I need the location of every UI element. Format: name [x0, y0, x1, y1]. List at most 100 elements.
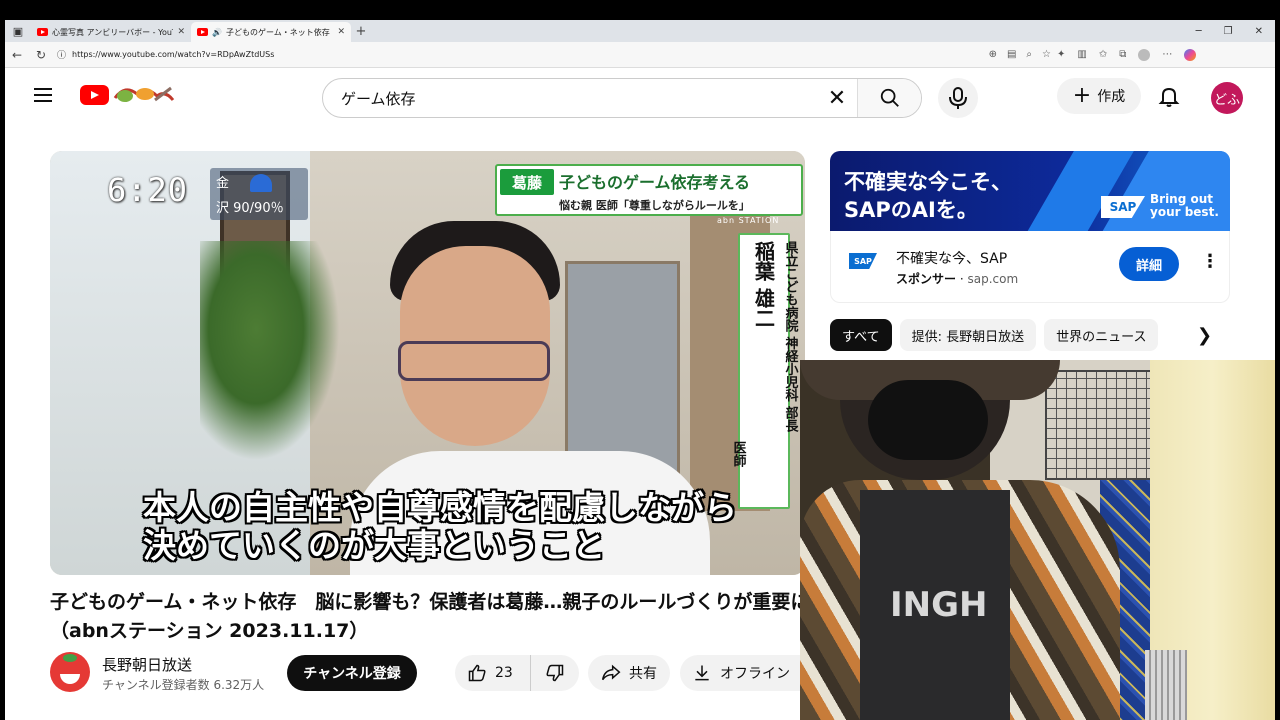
refresh-icon[interactable]: ↻ — [29, 48, 53, 62]
share-label: 共有 — [629, 666, 657, 682]
face-mask — [868, 380, 988, 460]
doctor-name: 稲葉 雄二 — [751, 241, 776, 328]
toolbar-icons: ✦ ▥ ✩ ⧉ ⋯ — [1057, 48, 1206, 61]
broadcast-clock: 6:20 — [107, 171, 189, 209]
plus-icon: + — [1072, 83, 1092, 108]
youtube-favicon-icon — [37, 28, 48, 36]
tab-close-icon[interactable]: ✕ — [337, 27, 345, 37]
share-button[interactable]: 共有 — [588, 655, 670, 691]
zoom-icon[interactable]: ⌕ — [1026, 49, 1032, 60]
shirt-print: INGH — [890, 585, 988, 625]
like-dislike-group: 23 — [455, 655, 579, 691]
subscribe-button[interactable]: チャンネル登録 — [287, 655, 417, 691]
reader-icon[interactable]: ▤ — [1007, 49, 1016, 60]
thumbs-up-icon — [468, 664, 486, 682]
webcam-overlay: INGH — [800, 360, 1275, 720]
doodle-logo-icon[interactable] — [111, 80, 175, 108]
tab-strip: ▣ 心霊写真 アンビリーバボー - YouTube ✕ 🔊 子どものゲーム・ネッ… — [5, 20, 1275, 42]
search-icon — [880, 88, 899, 107]
dislike-button[interactable] — [531, 663, 579, 683]
split-screen-icon[interactable]: ▥ — [1077, 49, 1086, 61]
close-window-icon[interactable]: ✕ — [1255, 26, 1263, 37]
create-label: 作成 — [1097, 89, 1126, 105]
create-button[interactable]: + 作成 — [1057, 78, 1141, 114]
back-icon[interactable]: ← — [5, 48, 29, 62]
headline-subtitle: 悩む親 医師「尊重しながらルールを」 — [559, 199, 750, 212]
download-icon — [695, 665, 709, 681]
collections-icon[interactable]: ⧉ — [1119, 49, 1126, 61]
video-player[interactable]: 6:20 金 沢 90/90％ 葛藤 子どものゲーム依存考える 悩む親 医師「尊… — [50, 151, 805, 575]
download-button[interactable]: オフライン — [680, 655, 805, 691]
new-tab-button[interactable]: + — [351, 24, 371, 39]
browser-tab[interactable]: 心霊写真 アンビリーバボー - YouTube ✕ — [31, 22, 191, 42]
address-bar: ← ↻ ⓘ https://www.youtube.com/watch?v=RD… — [5, 42, 1275, 68]
related-filter-chips: すべて 提供: 長野朝日放送 世界のニュース — [830, 319, 1159, 351]
youtube-logo-icon[interactable] — [80, 85, 109, 105]
chevron-right-icon[interactable]: ❯ — [1197, 325, 1212, 346]
favorite-star-icon[interactable]: ☆ — [1042, 49, 1051, 60]
doctor-role: 医師 — [730, 441, 746, 467]
like-count: 23 — [495, 665, 513, 681]
more-vert-icon[interactable]: ⋮ — [1201, 251, 1219, 272]
ad-headline: 不確実な今こそ、 SAPのAIを。 — [844, 170, 1012, 222]
weather-overlay: 金 沢 90/90％ — [210, 168, 308, 220]
voice-search-button[interactable] — [938, 78, 978, 118]
copilot-icon[interactable] — [1184, 48, 1197, 61]
translate-icon[interactable]: ⊕ — [989, 49, 997, 60]
channel-subscriber-count: チャンネル登録者数 6.32万人 — [102, 678, 265, 692]
url-field[interactable]: ⓘ https://www.youtube.com/watch?v=RDpAwZ… — [57, 45, 1057, 65]
search-input[interactable] — [323, 79, 817, 117]
chip-world-news[interactable]: 世界のニュース — [1044, 319, 1159, 351]
like-button[interactable]: 23 — [455, 655, 531, 691]
ad-title[interactable]: 不確実な今、SAP — [896, 248, 1007, 268]
ad-card: SAP 不確実な今、SAP スポンサー · sap.com 詳細 ⋮ — [830, 231, 1230, 303]
ad-banner[interactable]: 不確実な今こそ、 SAPのAIを。 SAP Bring out your bes… — [830, 151, 1230, 231]
sap-logo: SAP — [849, 253, 877, 269]
extensions-icon[interactable]: ✦ — [1057, 49, 1065, 61]
video-caption: 本人の自主性や自尊感情を配慮しながら 決めていくのが大事ということ — [143, 488, 737, 565]
thumbs-down-icon — [546, 664, 564, 682]
video-title: 子どものゲーム・ネット依存 脳に影響も？保護者は葛藤…親子のルールづくりが重要に… — [50, 591, 810, 642]
chip-channel[interactable]: 提供: 長野朝日放送 — [899, 319, 1037, 351]
tab-title: 心霊写真 アンビリーバボー - YouTube — [52, 27, 173, 37]
ad-sponsor-line: スポンサー · sap.com — [896, 272, 1019, 286]
url-text: https://www.youtube.com/watch?v=RDpAwZtd… — [72, 50, 275, 59]
profile-icon[interactable] — [1138, 48, 1151, 61]
minimize-icon[interactable]: ─ — [1196, 26, 1202, 37]
headline-title: 子どものゲーム依存考える — [559, 173, 751, 192]
search-box: ✕ — [322, 78, 922, 118]
notifications-bell-icon[interactable] — [1157, 84, 1181, 108]
chip-all[interactable]: すべて — [830, 319, 892, 351]
ad-tagline: Bring out your best. — [1150, 192, 1219, 219]
clear-search-icon[interactable]: ✕ — [817, 86, 857, 111]
speaker-icon[interactable]: 🔊 — [212, 28, 222, 37]
browser-tab-active[interactable]: 🔊 子どものゲーム・ネット依存 脳に ✕ — [191, 22, 351, 42]
site-info-icon[interactable]: ⓘ — [57, 48, 66, 61]
ad-details-button[interactable]: 詳細 — [1119, 247, 1179, 281]
station-logo: abn STATION — [717, 216, 780, 225]
menu-icon[interactable] — [34, 88, 52, 102]
browser-window: ▣ 心霊写真 アンビリーバボー - YouTube ✕ 🔊 子どものゲーム・ネッ… — [5, 20, 1275, 720]
search-button[interactable] — [857, 79, 921, 117]
share-icon — [601, 664, 621, 681]
channel-name[interactable]: 長野朝日放送 — [102, 654, 192, 675]
window-controls: ─ ❐ ✕ — [1196, 26, 1275, 37]
favorites-icon[interactable]: ✩ — [1099, 49, 1107, 61]
doctor-name-panel: 県立こども病院 神経小児科 部長 稲葉 雄二 医師 — [731, 233, 798, 509]
tab-actions-icon[interactable]: ▣ — [5, 20, 31, 42]
download-label: オフライン — [720, 666, 790, 682]
headline-tag: 葛藤 — [500, 169, 554, 195]
youtube-masthead: ✕ + 作成 どふ — [5, 68, 1275, 126]
news-headline-overlay: 葛藤 子どものゲーム依存考える 悩む親 医師「尊重しながらルールを」 — [495, 164, 803, 216]
channel-avatar[interactable] — [50, 652, 90, 692]
more-menu-icon[interactable]: ⋯ — [1162, 49, 1172, 61]
account-avatar[interactable]: どふ — [1211, 82, 1243, 114]
tab-title: 子どものゲーム・ネット依存 脳に — [225, 27, 333, 37]
url-bar-icons: ⊕ ▤ ⌕ ☆ — [989, 49, 1057, 60]
microphone-icon — [949, 87, 967, 109]
youtube-favicon-icon — [197, 28, 208, 36]
restore-icon[interactable]: ❐ — [1224, 26, 1233, 37]
doctor-affiliation: 県立こども病院 神経小児科 部長 — [782, 241, 798, 433]
umbrella-icon — [250, 174, 272, 192]
tab-close-icon[interactable]: ✕ — [177, 27, 185, 37]
